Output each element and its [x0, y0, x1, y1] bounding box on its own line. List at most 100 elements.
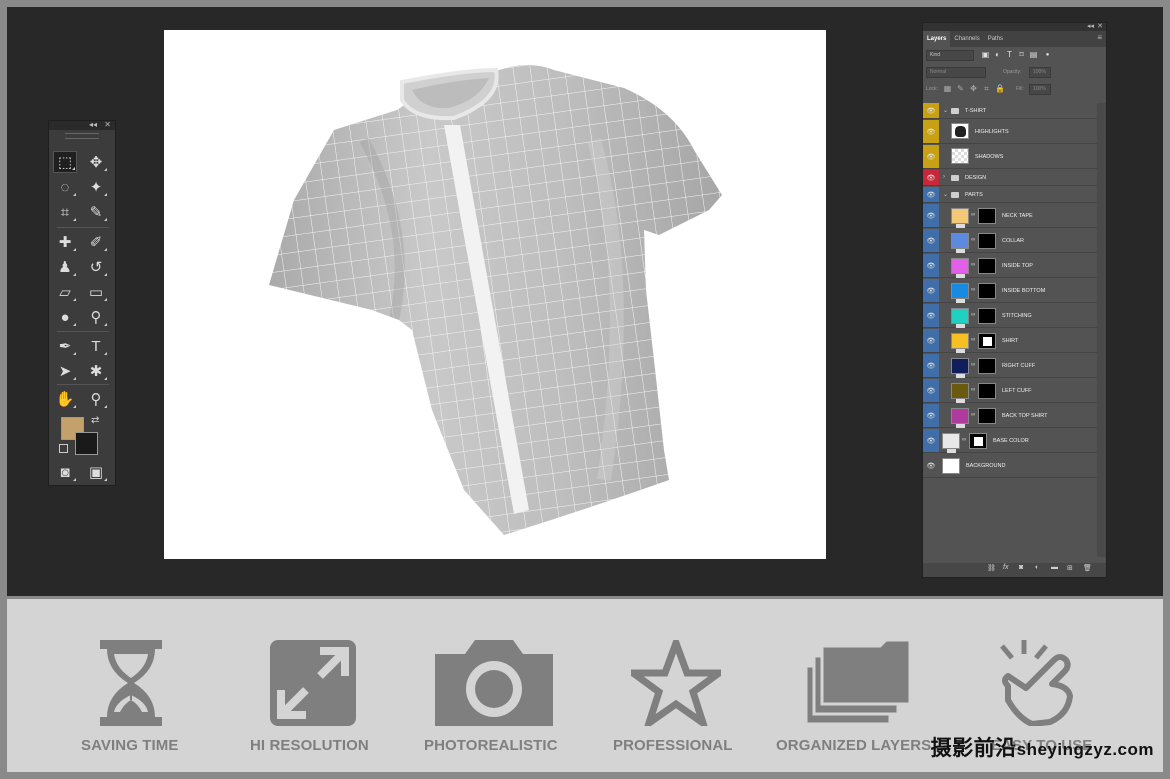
close-icon[interactable]: ✕	[1097, 22, 1103, 30]
layer-row[interactable]: 👁 SHADOWS	[923, 145, 1098, 169]
new-layer-icon[interactable]: ⊞	[1067, 564, 1073, 572]
eye-icon[interactable]: 👁	[923, 254, 939, 277]
group-toggle-icon[interactable]: ›	[943, 174, 945, 180]
lock-pixels-icon[interactable]: ▦	[943, 84, 952, 94]
history-brush-tool[interactable]: ↺	[84, 256, 108, 278]
move-tool[interactable]: ✥	[84, 151, 108, 173]
eye-icon[interactable]: 👁	[923, 170, 939, 185]
rect-marquee-tool[interactable]: ⬚	[53, 151, 77, 173]
mask-link-icon[interactable]: ∞	[971, 262, 975, 268]
filter-toggle-icon[interactable]: ●	[1043, 50, 1052, 60]
eye-icon[interactable]: 👁	[923, 404, 939, 427]
eye-icon[interactable]: 👁	[923, 120, 939, 143]
filter-type-icon[interactable]: T	[1005, 50, 1014, 60]
tab-layers[interactable]: Layers	[923, 31, 951, 47]
tab-channels[interactable]: Channels	[950, 31, 983, 47]
type-tool[interactable]: T	[84, 335, 108, 357]
layer-row[interactable]: 👁 ⌄ PARTS	[923, 187, 1098, 203]
layers-scrollbar[interactable]	[1097, 103, 1106, 557]
filter-kind-select[interactable]: Kind	[926, 50, 974, 61]
path-selection-tool[interactable]: ➤	[53, 360, 77, 382]
eye-icon[interactable]: 👁	[923, 329, 939, 352]
mask-link-icon[interactable]: ∞	[971, 287, 975, 293]
eye-icon[interactable]: 👁	[923, 204, 939, 227]
screen-mode-icon[interactable]: ▣	[84, 461, 108, 483]
mask-link-icon[interactable]: ∞	[971, 412, 975, 418]
clone-stamp-tool[interactable]: ♟	[53, 256, 77, 278]
eye-icon[interactable]: 👁	[923, 229, 939, 252]
quick-mask-icon[interactable]: ◙	[53, 461, 77, 483]
hand-tool[interactable]: ✋	[53, 388, 77, 410]
custom-shape-tool[interactable]: ✱	[84, 360, 108, 382]
mask-link-icon[interactable]: ∞	[962, 437, 966, 443]
layer-row[interactable]: 👁 ∞ LEFT CUFF	[923, 379, 1098, 403]
delete-layer-icon[interactable]: 🗑	[1083, 564, 1092, 572]
brush-tool[interactable]: ✐	[84, 231, 108, 253]
layer-mask-thumbnail[interactable]	[978, 233, 996, 249]
eye-icon[interactable]: 👁	[923, 379, 939, 402]
layer-mask-thumbnail[interactable]	[978, 283, 996, 299]
mask-link-icon[interactable]: ∞	[971, 337, 975, 343]
lasso-tool[interactable]: ◌	[53, 176, 77, 198]
layer-mask-thumbnail[interactable]	[978, 308, 996, 324]
filter-shape-icon[interactable]: ⌑	[1017, 50, 1026, 60]
blend-mode-select[interactable]: Normal	[926, 67, 986, 78]
layer-mask-thumbnail[interactable]	[969, 433, 987, 449]
mask-link-icon[interactable]: ∞	[971, 387, 975, 393]
eye-icon[interactable]: 👁	[923, 103, 939, 118]
close-icon[interactable]: ✕	[104, 120, 111, 130]
collapse-icon[interactable]: ◂◂	[89, 120, 97, 130]
default-colors-icon[interactable]	[59, 444, 68, 453]
add-mask-icon[interactable]: ◙	[1019, 564, 1023, 571]
group-toggle-icon[interactable]: ⌄	[943, 107, 948, 114]
layer-row[interactable]: 👁 ∞ NECK TAPE	[923, 204, 1098, 228]
zoom-tool[interactable]: ⚲	[84, 388, 108, 410]
mask-link-icon[interactable]: ∞	[971, 362, 975, 368]
layer-mask-thumbnail[interactable]	[978, 333, 996, 349]
opacity-field[interactable]: 100%	[1029, 67, 1051, 78]
blur-tool[interactable]: ●	[53, 306, 77, 328]
new-group-icon[interactable]: ▬	[1051, 564, 1058, 571]
eye-icon[interactable]: 👁	[923, 145, 939, 168]
panel-menu-icon[interactable]: ≡	[1097, 34, 1102, 42]
panel-grip[interactable]	[65, 133, 99, 139]
eraser-tool[interactable]: ▱	[53, 281, 77, 303]
magic-wand-tool[interactable]: ✦	[84, 176, 108, 198]
layer-row[interactable]: 👁 ∞ BASE COLOR	[923, 429, 1098, 453]
lock-image-icon[interactable]: ✎	[956, 84, 965, 94]
layer-row[interactable]: 👁 ∞ INSIDE TOP	[923, 254, 1098, 278]
layer-mask-thumbnail[interactable]	[978, 408, 996, 424]
dodge-tool[interactable]: ⚲	[84, 306, 108, 328]
eye-icon[interactable]: 👁	[923, 279, 939, 302]
layer-mask-thumbnail[interactable]	[978, 383, 996, 399]
healing-brush-tool[interactable]: ✚	[53, 231, 77, 253]
link-layers-icon[interactable]: ⛓	[987, 564, 996, 572]
lock-all-icon[interactable]: 🔒	[995, 84, 1005, 94]
fill-field[interactable]: 100%	[1029, 84, 1051, 95]
layer-row[interactable]: 👁 ∞ COLLAR	[923, 229, 1098, 253]
layer-row[interactable]: 👁 ∞ SHIRT	[923, 329, 1098, 353]
eye-icon[interactable]: 👁	[923, 354, 939, 377]
layer-row[interactable]: 👁 ∞ STITCHING	[923, 304, 1098, 328]
filter-smart-object-icon[interactable]: ▤	[1029, 50, 1038, 60]
collapse-icon[interactable]: ◂◂	[1087, 22, 1094, 30]
eye-icon[interactable]: 👁	[923, 429, 939, 452]
document-canvas[interactable]	[164, 30, 826, 559]
layer-mask-thumbnail[interactable]	[978, 358, 996, 374]
filter-pixel-icon[interactable]: ▣	[981, 50, 990, 60]
mask-link-icon[interactable]: ∞	[971, 237, 975, 243]
eyedropper-tool[interactable]: ✎	[84, 201, 108, 223]
layer-row[interactable]: 👁 ⌄ T-SHIRT	[923, 103, 1098, 119]
filter-adjustment-icon[interactable]: ◐	[993, 50, 1002, 60]
background-color-swatch[interactable]	[75, 432, 98, 455]
layer-mask-thumbnail[interactable]	[978, 208, 996, 224]
layer-style-icon[interactable]: fx	[1003, 564, 1008, 571]
adjustment-layer-icon[interactable]: ◐	[1035, 564, 1039, 571]
eye-icon[interactable]: 👁	[923, 454, 939, 477]
layer-row[interactable]: 👁 › DESIGN	[923, 170, 1098, 186]
layer-mask-thumbnail[interactable]	[978, 258, 996, 274]
layer-row[interactable]: 👁 ∞ RIGHT CUFF	[923, 354, 1098, 378]
swap-colors-icon[interactable]: ⇄	[91, 415, 99, 426]
eye-icon[interactable]: 👁	[923, 187, 939, 202]
crop-tool[interactable]: ⌗	[53, 201, 77, 223]
